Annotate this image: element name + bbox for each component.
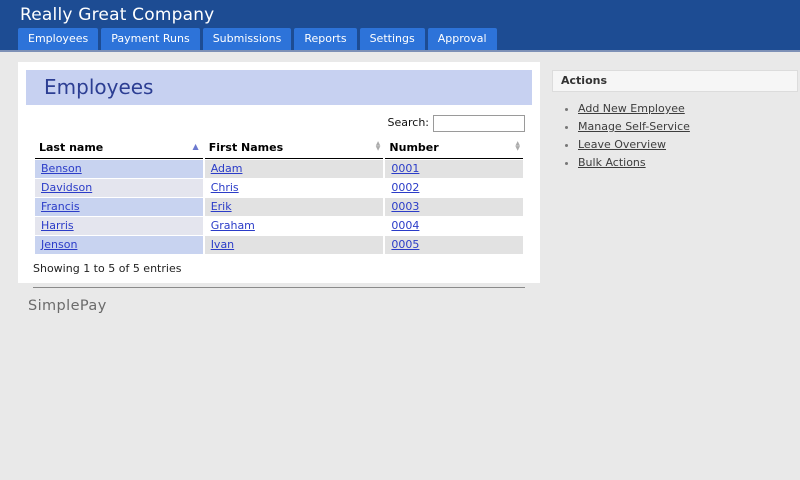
table-row: Jenson Ivan 0005: [35, 236, 523, 254]
table-row: Harris Graham 0004: [35, 217, 523, 235]
employees-card: Employees Search: ▲ Last name ▲▼ First N…: [18, 62, 540, 283]
employee-last-name-link[interactable]: Jenson: [41, 238, 77, 251]
manage-self-service-link[interactable]: Manage Self-Service: [578, 120, 690, 133]
sort-both-icon: ▲▼: [376, 141, 380, 151]
add-new-employee-link[interactable]: Add New Employee: [578, 102, 685, 115]
column-header-number[interactable]: ▲▼ Number: [385, 138, 523, 159]
employee-number-link[interactable]: 0003: [391, 200, 419, 213]
list-item: Bulk Actions: [578, 156, 798, 169]
employee-number-link[interactable]: 0005: [391, 238, 419, 251]
bulk-actions-link[interactable]: Bulk Actions: [578, 156, 646, 169]
actions-header: Actions: [552, 70, 798, 92]
search-label: Search:: [388, 116, 430, 129]
leave-overview-link[interactable]: Leave Overview: [578, 138, 666, 151]
tab-settings[interactable]: Settings: [360, 28, 425, 50]
sort-both-icon: ▲▼: [515, 141, 519, 151]
employee-last-name-link[interactable]: Davidson: [41, 181, 92, 194]
employees-table: ▲ Last name ▲▼ First Names ▲▼ Number Ben…: [33, 137, 525, 255]
table-row: Francis Erik 0003: [35, 198, 523, 216]
card-divider: [33, 287, 525, 288]
actions-list: Add New Employee Manage Self-Service Lea…: [578, 102, 798, 169]
table-row: Davidson Chris 0002: [35, 179, 523, 197]
tab-reports[interactable]: Reports: [294, 28, 356, 50]
list-item: Add New Employee: [578, 102, 798, 115]
tab-payment-runs[interactable]: Payment Runs: [101, 28, 199, 50]
employee-last-name-link[interactable]: Harris: [41, 219, 74, 232]
search-input[interactable]: [433, 115, 525, 132]
main-nav: Employees Payment Runs Submissions Repor…: [18, 28, 497, 50]
simplepay-logo: SimplePay: [28, 298, 107, 314]
employee-first-names-link[interactable]: Ivan: [211, 238, 234, 251]
company-title: Really Great Company: [0, 0, 800, 25]
search-row: Search:: [33, 113, 525, 133]
table-header-row: ▲ Last name ▲▼ First Names ▲▼ Number: [35, 138, 523, 159]
column-header-last-name[interactable]: ▲ Last name: [35, 138, 203, 159]
page-title: Employees: [26, 70, 532, 105]
employee-first-names-link[interactable]: Graham: [211, 219, 255, 232]
employee-last-name-link[interactable]: Benson: [41, 162, 82, 175]
employee-number-link[interactable]: 0002: [391, 181, 419, 194]
app-header: Really Great Company Employees Payment R…: [0, 0, 800, 52]
tab-approval[interactable]: Approval: [428, 28, 497, 50]
table-info: Showing 1 to 5 of 5 entries: [33, 262, 525, 275]
table-row: Benson Adam 0001: [35, 160, 523, 178]
employee-last-name-link[interactable]: Francis: [41, 200, 80, 213]
employee-first-names-link[interactable]: Erik: [211, 200, 232, 213]
tab-submissions[interactable]: Submissions: [203, 28, 292, 50]
list-item: Leave Overview: [578, 138, 798, 151]
column-header-first-names[interactable]: ▲▼ First Names: [205, 138, 384, 159]
employee-number-link[interactable]: 0004: [391, 219, 419, 232]
employee-first-names-link[interactable]: Adam: [211, 162, 243, 175]
list-item: Manage Self-Service: [578, 120, 798, 133]
tab-employees[interactable]: Employees: [18, 28, 98, 50]
sort-asc-icon: ▲: [193, 141, 199, 152]
employee-first-names-link[interactable]: Chris: [211, 181, 239, 194]
employee-number-link[interactable]: 0001: [391, 162, 419, 175]
actions-sidebar: Actions Add New Employee Manage Self-Ser…: [552, 70, 798, 174]
